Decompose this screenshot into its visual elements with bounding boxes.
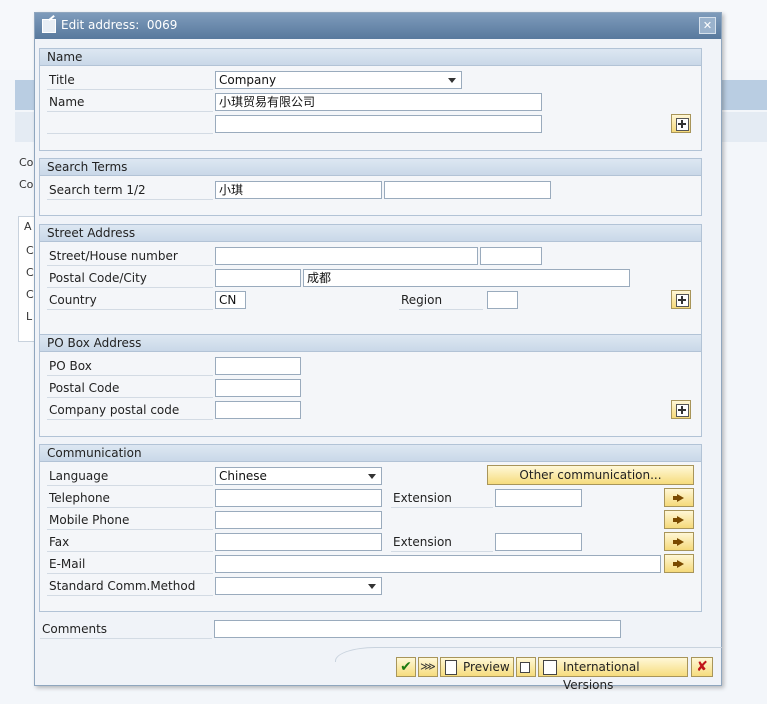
region-field[interactable] <box>487 291 518 309</box>
comments-label: Comments <box>40 620 212 639</box>
background-label: C <box>26 266 34 279</box>
arrow-right-icon <box>673 560 684 568</box>
po-postal-code-field[interactable] <box>215 379 301 397</box>
title-label: Title <box>47 71 213 90</box>
name2-label <box>47 115 213 134</box>
po-box-label: PO Box <box>47 357 213 376</box>
communication-group-title: Communication <box>47 446 142 460</box>
other-communication-button[interactable]: Other communication... <box>487 465 694 485</box>
po-box-field[interactable] <box>215 357 301 375</box>
search-term-label: Search term 1/2 <box>47 181 213 200</box>
search-terms-group: Search Terms Search term 1/2 小琪 <box>39 158 702 216</box>
house-number-field[interactable] <box>480 247 542 265</box>
edit-address-dialog: Edit address: 0069 ✕ Name Title Company … <box>34 12 722 692</box>
search-terms-group-header: Search Terms <box>40 159 701 176</box>
copy-icon <box>520 662 530 673</box>
preview-button-label: Preview <box>463 660 510 674</box>
po-box-group-title: PO Box Address <box>47 336 142 350</box>
dialog-titlebar[interactable]: Edit address: 0069 ✕ <box>35 13 721 39</box>
street-field[interactable] <box>215 247 478 265</box>
print-preview-icon <box>445 660 457 675</box>
city-field[interactable]: 成都 <box>303 269 630 287</box>
background-label: Co <box>19 156 34 169</box>
po-box-group: PO Box Address PO Box Postal Code Compan… <box>39 334 702 437</box>
language-select[interactable]: Chinese <box>215 467 382 485</box>
company-postal-code-field[interactable] <box>215 401 301 419</box>
background-label: Co <box>19 178 34 191</box>
preview-button[interactable]: Preview <box>440 657 514 677</box>
extension-label: Extension <box>391 489 493 508</box>
edit-document-icon <box>42 19 56 33</box>
comments-field[interactable] <box>214 620 621 638</box>
cancel-button[interactable]: ✘ <box>691 657 713 677</box>
email-label: E-Mail <box>47 555 213 574</box>
fax-extension-field[interactable] <box>495 533 582 551</box>
confirm-button[interactable]: ✔ <box>396 657 416 677</box>
background-label: C <box>26 288 34 301</box>
postal-city-label: Postal Code/City <box>47 269 213 288</box>
name-group-header: Name <box>40 49 701 66</box>
close-button[interactable]: ✕ <box>699 17 716 34</box>
name-label: Name <box>47 93 213 112</box>
add-field-icon <box>676 118 689 131</box>
add-field-icon <box>676 294 689 307</box>
title-select[interactable]: Company <box>215 71 462 89</box>
std-comm-method-label: Standard Comm.Method <box>47 577 213 596</box>
pobox-more-button[interactable] <box>671 400 691 419</box>
mobile-details-button[interactable] <box>664 510 694 529</box>
telephone-field[interactable] <box>215 489 382 507</box>
email-details-button[interactable] <box>664 554 694 573</box>
international-versions-icon <box>543 660 557 675</box>
po-postal-code-label: Postal Code <box>47 379 213 398</box>
search-term2-field[interactable] <box>384 181 551 199</box>
name-group: Name Title Company Name 小琪贸易有限公司 <box>39 48 702 151</box>
extension-field[interactable] <box>495 489 582 507</box>
international-versions-button[interactable]: International Versions <box>538 657 688 692</box>
fax-field[interactable] <box>215 533 382 551</box>
mobile-phone-field[interactable] <box>215 511 382 529</box>
country-field[interactable]: CN <box>215 291 246 309</box>
name-field[interactable]: 小琪贸易有限公司 <box>215 93 542 111</box>
fax-details-button[interactable] <box>664 532 694 551</box>
street-address-group-title: Street Address <box>47 226 136 240</box>
street-label: Street/House number <box>47 247 213 266</box>
street-address-group-header: Street Address <box>40 225 701 242</box>
background-label: A <box>24 220 32 233</box>
street-more-button[interactable] <box>671 290 691 309</box>
dialog-title: Edit address: 0069 <box>61 18 178 32</box>
fax-extension-label: Extension <box>391 533 493 552</box>
copy-address-button[interactable] <box>516 657 536 677</box>
name-group-title: Name <box>47 50 83 64</box>
search-terms-group-title: Search Terms <box>47 160 128 174</box>
name2-field[interactable] <box>215 115 542 133</box>
telephone-details-button[interactable] <box>664 488 694 507</box>
std-comm-method-select[interactable] <box>215 577 382 595</box>
arrow-right-icon <box>673 516 684 524</box>
communication-group: Communication Language Chinese Other com… <box>39 444 702 612</box>
communication-group-header: Communication <box>40 445 701 462</box>
region-label: Region <box>399 291 483 310</box>
company-postal-code-label: Company postal code <box>47 401 213 420</box>
search-term1-field[interactable]: 小琪 <box>215 181 382 199</box>
expand-button[interactable]: ⋙ <box>418 657 438 677</box>
language-label: Language <box>47 467 213 486</box>
name-more-button[interactable] <box>671 114 691 133</box>
arrow-right-icon <box>673 538 684 546</box>
title-select-value: Company <box>219 73 277 87</box>
telephone-label: Telephone <box>47 489 213 508</box>
street-address-group: Street Address Street/House number Posta… <box>39 224 702 336</box>
language-select-value: Chinese <box>219 469 267 483</box>
po-box-group-header: PO Box Address <box>40 335 701 352</box>
mobile-phone-label: Mobile Phone <box>47 511 213 530</box>
postal-code-field[interactable] <box>215 269 301 287</box>
add-field-icon <box>676 404 689 417</box>
background-label: C <box>26 244 34 257</box>
background-label: L <box>26 310 33 323</box>
country-label: Country <box>47 291 213 310</box>
arrow-right-icon <box>673 494 684 502</box>
email-field[interactable] <box>215 555 661 573</box>
fax-label: Fax <box>47 533 213 552</box>
